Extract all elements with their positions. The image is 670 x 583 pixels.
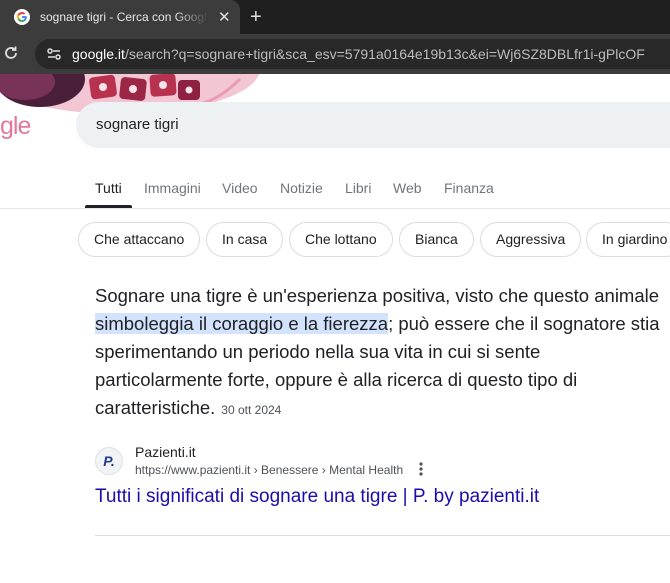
snippet-text-before: Sognare una tigre è un'esperienza positi… [95, 285, 660, 306]
chip-bianca[interactable]: Bianca [399, 222, 474, 257]
google-logo-fragment[interactable]: gle [0, 112, 31, 141]
search-box[interactable]: sognare tigri [76, 102, 670, 148]
url-host: google.it [72, 46, 125, 62]
browser-toolbar: google.it/search?q=sognare+tigri&sca_esv… [0, 34, 670, 74]
pazienti-favicon-icon[interactable]: P. [95, 447, 123, 475]
favicon-letter: P. [103, 453, 115, 469]
url-path: /search?q=sognare+tigri&sca_esv=5791a016… [124, 46, 645, 62]
more-options-icon[interactable] [415, 461, 427, 477]
address-bar[interactable]: google.it/search?q=sognare+tigri&sca_esv… [35, 39, 670, 69]
new-tab-icon[interactable]: + [250, 2, 262, 32]
site-info-icon[interactable] [45, 45, 63, 63]
tab-title: sognare tigri - Cerca con Google [40, 10, 208, 24]
chip-in-giardino[interactable]: In giardino [586, 222, 670, 257]
tab-bar: sognare tigri - Cerca con Google ✕ + [0, 0, 670, 34]
tab-notizie[interactable]: Notizie [280, 180, 323, 196]
chip-aggressiva[interactable]: Aggressiva [480, 222, 582, 257]
chip-che-attaccano[interactable]: Che attaccano [78, 222, 201, 257]
nav-divider [0, 208, 670, 209]
tab-web[interactable]: Web [393, 180, 422, 196]
snippet-date: 30 ott 2024 [221, 403, 282, 417]
browser-tab[interactable]: sognare tigri - Cerca con Google ✕ [0, 0, 240, 34]
tab-tutti[interactable]: Tutti [95, 180, 122, 196]
reload-icon[interactable] [2, 44, 20, 62]
snippet-highlight: simboleggia il coraggio e la fierezza [95, 313, 389, 334]
result-divider [95, 535, 670, 536]
tab-close-icon[interactable]: ✕ [218, 10, 231, 25]
chip-che-lottano[interactable]: Che lottano [289, 222, 393, 257]
chip-in-casa[interactable]: In casa [206, 222, 284, 257]
result-title-link[interactable]: Tutti i significati di sognare una tigre… [95, 486, 539, 508]
source-url[interactable]: https://www.pazienti.it › Benessere › Me… [135, 463, 403, 477]
tab-finanza[interactable]: Finanza [444, 180, 494, 196]
source-name[interactable]: Pazienti.it [135, 444, 196, 460]
tab-libri[interactable]: Libri [345, 180, 371, 196]
url-text: google.it/search?q=sognare+tigri&sca_esv… [72, 46, 645, 62]
search-input[interactable]: sognare tigri [96, 116, 179, 133]
featured-snippet-text: Sognare una tigre è un'esperienza positi… [95, 282, 670, 424]
tab-immagini[interactable]: Immagini [144, 180, 201, 196]
google-favicon-icon [14, 9, 30, 25]
tab-video[interactable]: Video [222, 180, 258, 196]
browser-window: sognare tigri - Cerca con Google ✕ + goo… [0, 0, 670, 583]
